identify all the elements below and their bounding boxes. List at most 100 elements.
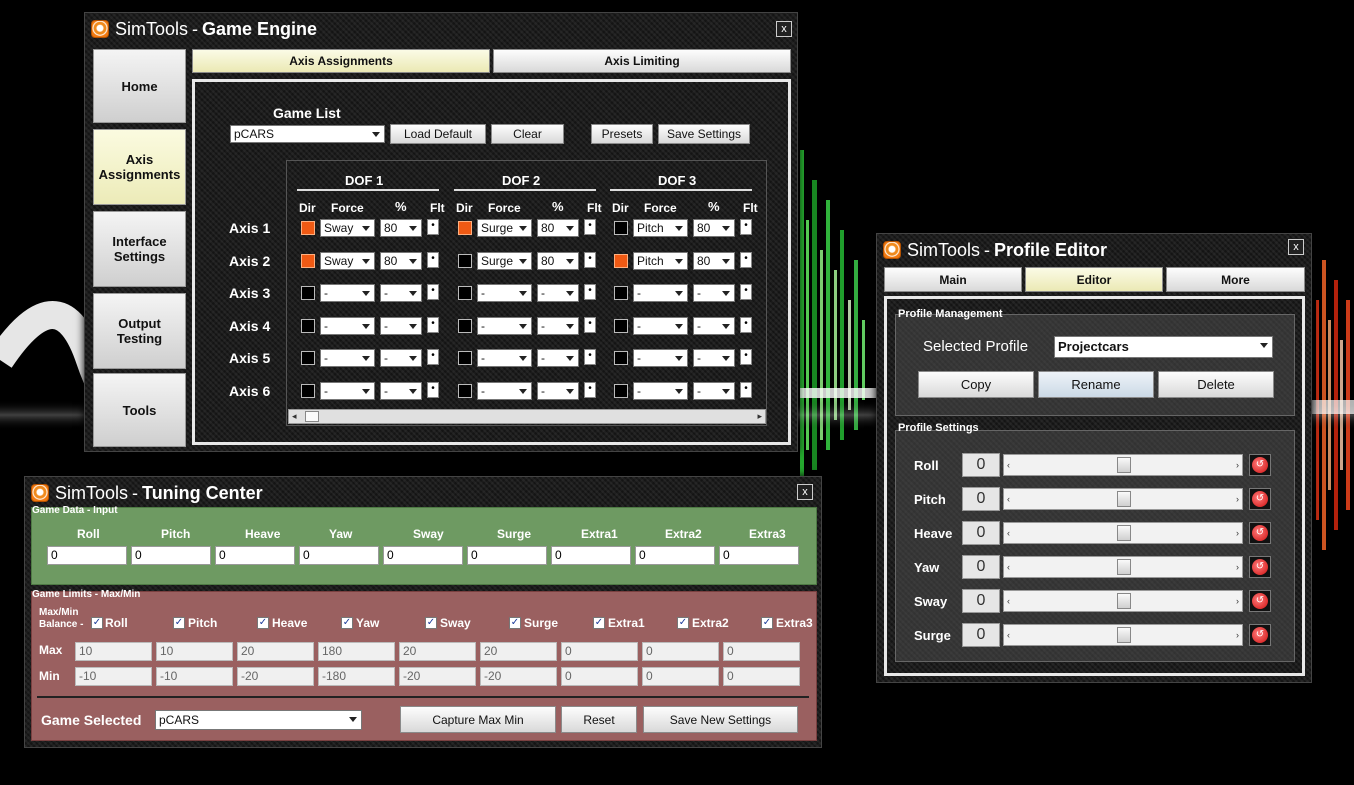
capture-max-min-button[interactable]: Capture Max Min — [400, 706, 556, 733]
filter-button[interactable]: • — [584, 382, 596, 398]
reset-icon[interactable]: ↺ — [1249, 556, 1271, 578]
filter-button[interactable]: • — [740, 349, 752, 366]
slider-right-icon[interactable]: › — [1236, 562, 1239, 572]
balance-checkbox[interactable]: ✓ — [341, 617, 353, 629]
percent-select[interactable]: - — [537, 316, 579, 335]
max-field[interactable]: 0 — [642, 642, 719, 661]
force-select[interactable]: Pitch — [633, 219, 688, 237]
max-field[interactable]: 0 — [723, 642, 800, 661]
percent-select[interactable]: - — [380, 349, 422, 368]
balance-checkbox[interactable]: ✓ — [91, 617, 103, 629]
slider-right-icon[interactable]: › — [1236, 494, 1239, 504]
min-field[interactable]: -20 — [237, 667, 314, 686]
balance-checkbox[interactable]: ✓ — [257, 617, 269, 629]
slider-left-icon[interactable]: ‹ — [1007, 630, 1010, 640]
dir-checkbox[interactable] — [458, 253, 472, 268]
percent-select[interactable]: 80 — [380, 219, 422, 237]
input-field[interactable]: 0 — [299, 546, 379, 565]
slider-left-icon[interactable]: ‹ — [1007, 494, 1010, 504]
input-field[interactable]: 0 — [551, 546, 631, 565]
force-select[interactable]: - — [477, 284, 532, 303]
tab-editor[interactable]: Editor — [1025, 267, 1163, 292]
filter-button[interactable]: • — [584, 251, 596, 268]
game-selected-select[interactable]: pCARS — [155, 710, 362, 730]
max-field[interactable]: 20 — [237, 642, 314, 661]
percent-select[interactable]: - — [537, 349, 579, 368]
setting-slider[interactable]: ‹ › — [1003, 488, 1243, 510]
filter-button[interactable]: • — [584, 284, 596, 301]
input-field[interactable]: 0 — [635, 546, 715, 565]
slider-left-icon[interactable]: ‹ — [1007, 460, 1010, 470]
slider-right-icon[interactable]: › — [1236, 596, 1239, 606]
dir-checkbox[interactable] — [614, 286, 628, 301]
slider-right-icon[interactable]: › — [1236, 630, 1239, 640]
load-default-button[interactable]: Load Default — [390, 124, 486, 144]
slider-right-icon[interactable]: › — [1236, 460, 1239, 470]
min-field[interactable]: -180 — [318, 667, 395, 686]
dir-checkbox[interactable] — [614, 384, 628, 398]
horizontal-scrollbar[interactable]: ◂ ▸ — [288, 409, 766, 424]
reset-icon[interactable]: ↺ — [1249, 522, 1271, 544]
setting-slider[interactable]: ‹ › — [1003, 624, 1243, 646]
force-select[interactable]: - — [633, 382, 688, 400]
percent-select[interactable]: - — [380, 284, 422, 303]
percent-select[interactable]: 80 — [693, 219, 735, 237]
sidebar-item-axis-assignments[interactable]: Axis Assignments — [93, 129, 186, 205]
selected-profile-select[interactable]: Projectcars — [1054, 336, 1273, 358]
dir-checkbox[interactable] — [301, 318, 315, 333]
force-select[interactable]: - — [633, 316, 688, 335]
input-field[interactable]: 0 — [131, 546, 211, 565]
filter-button[interactable]: • — [740, 284, 752, 301]
force-select[interactable]: - — [320, 316, 375, 335]
min-field[interactable]: 0 — [723, 667, 800, 686]
delete-button[interactable]: Delete — [1158, 371, 1274, 398]
tab-more[interactable]: More — [1166, 267, 1305, 292]
force-select[interactable]: - — [633, 349, 688, 368]
min-field[interactable]: 0 — [561, 667, 638, 686]
balance-checkbox[interactable]: ✓ — [509, 617, 521, 629]
min-field[interactable]: 0 — [642, 667, 719, 686]
percent-select[interactable]: - — [693, 382, 735, 400]
filter-button[interactable]: • — [427, 284, 439, 301]
slider-left-icon[interactable]: ‹ — [1007, 528, 1010, 538]
tab-axis-limiting[interactable]: Axis Limiting — [493, 49, 791, 73]
input-field[interactable]: 0 — [383, 546, 463, 565]
input-field[interactable]: 0 — [215, 546, 295, 565]
balance-checkbox[interactable]: ✓ — [425, 617, 437, 629]
dir-checkbox[interactable] — [458, 221, 472, 235]
scroll-left-icon[interactable]: ◂ — [292, 411, 297, 422]
slider-thumb[interactable] — [1117, 559, 1131, 575]
dir-checkbox[interactable] — [301, 221, 315, 235]
save-settings-button[interactable]: Save Settings — [658, 124, 750, 144]
percent-select[interactable]: 80 — [693, 251, 735, 270]
balance-checkbox[interactable]: ✓ — [593, 617, 605, 629]
force-select[interactable]: Sway — [320, 219, 375, 237]
setting-slider[interactable]: ‹ › — [1003, 556, 1243, 578]
save-new-settings-button[interactable]: Save New Settings — [643, 706, 798, 733]
tab-axis-assignments[interactable]: Axis Assignments — [192, 49, 490, 73]
sidebar-item-output-testing[interactable]: Output Testing — [93, 293, 186, 369]
percent-select[interactable]: - — [380, 316, 422, 335]
clear-button[interactable]: Clear — [491, 124, 564, 144]
filter-button[interactable]: • — [584, 349, 596, 366]
tab-main[interactable]: Main — [884, 267, 1022, 292]
dir-checkbox[interactable] — [614, 318, 628, 333]
close-icon[interactable]: x — [797, 484, 813, 500]
reset-icon[interactable]: ↺ — [1249, 488, 1271, 510]
input-field[interactable]: 0 — [47, 546, 127, 565]
min-field[interactable]: -10 — [156, 667, 233, 686]
presets-button[interactable]: Presets — [591, 124, 653, 144]
close-icon[interactable]: x — [776, 21, 792, 37]
min-field[interactable]: -20 — [480, 667, 557, 686]
dir-checkbox[interactable] — [301, 384, 315, 398]
dir-checkbox[interactable] — [614, 221, 628, 235]
slider-thumb[interactable] — [1117, 525, 1131, 541]
min-field[interactable]: -10 — [75, 667, 152, 686]
max-field[interactable]: 10 — [75, 642, 152, 661]
filter-button[interactable]: • — [427, 316, 439, 333]
min-field[interactable]: -20 — [399, 667, 476, 686]
reset-icon[interactable]: ↺ — [1249, 454, 1271, 476]
close-icon[interactable]: x — [1288, 239, 1304, 255]
filter-button[interactable]: • — [427, 349, 439, 366]
slider-thumb[interactable] — [1117, 491, 1131, 507]
